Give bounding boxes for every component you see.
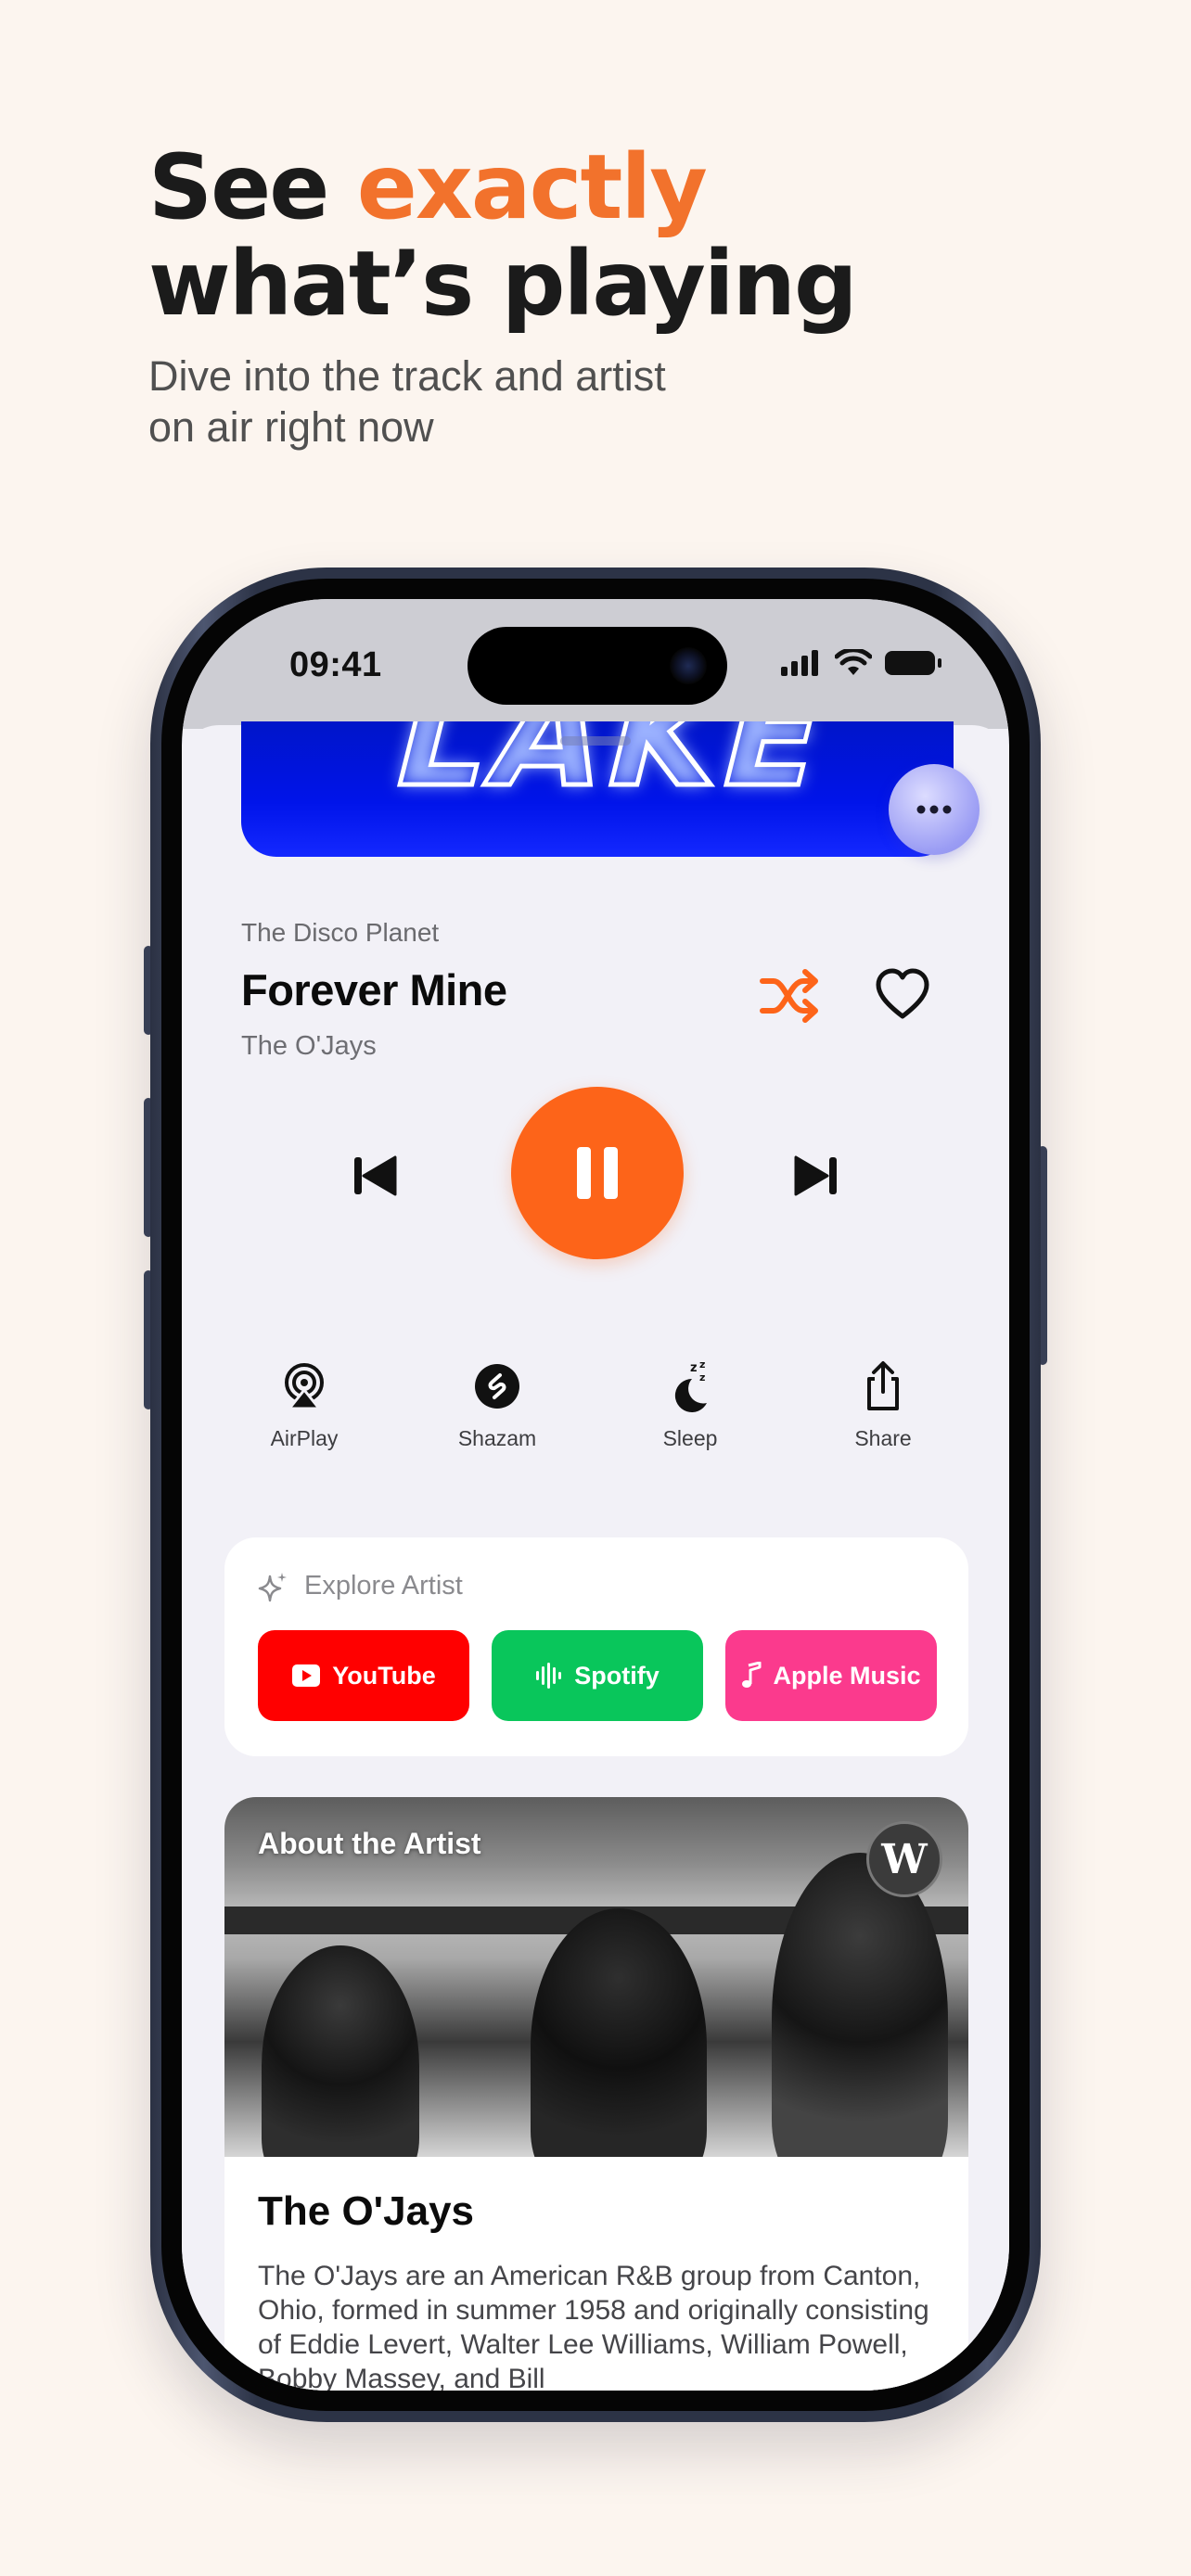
status-time: 09:41 (289, 645, 382, 684)
headline: See exactly what’s playing (148, 139, 858, 332)
svg-text:z: z (699, 1358, 705, 1371)
photo-person-center (531, 1908, 707, 2157)
svg-text:z: z (690, 1361, 698, 1375)
track-title: Forever Mine (241, 965, 507, 1014)
headline-part1: See (148, 135, 357, 239)
youtube-label: YouTube (332, 1661, 436, 1690)
share-label: Share (854, 1426, 912, 1450)
dynamic-island (467, 627, 727, 705)
youtube-button[interactable]: YouTube (258, 1630, 469, 1721)
station-name: The Disco Planet (241, 918, 440, 947)
battery-icon (885, 651, 941, 675)
ellipsis-icon (916, 805, 952, 814)
apple-music-label: Apple Music (773, 1661, 921, 1690)
favorite-heart-icon[interactable] (874, 966, 931, 1024)
artist-photo: About the Artist W (224, 1797, 968, 2157)
actions-row: AirPlay Shazam z z z Sleep Share (182, 1356, 1009, 1467)
phone-screen: 09:41 LAKE The Disco Planet Forever Mine… (182, 599, 1009, 2391)
music-note-icon (742, 1662, 762, 1688)
sheet-grabber[interactable] (560, 736, 631, 746)
track-artist[interactable]: The O'Jays (241, 1031, 377, 1062)
spotify-button[interactable]: Spotify (492, 1630, 703, 1721)
subtitle: Dive into the track and artist on air ri… (148, 351, 666, 453)
sleep-label: Sleep (662, 1426, 718, 1450)
shuffle-icon[interactable] (757, 968, 822, 1024)
status-icons (781, 649, 942, 677)
wikipedia-badge[interactable]: W (866, 1821, 942, 1897)
youtube-icon (292, 1664, 321, 1687)
sleep-button[interactable]: z z z Sleep (607, 1356, 774, 1451)
airplay-label: AirPlay (270, 1426, 339, 1450)
pause-icon (577, 1147, 618, 1199)
about-artist-description: The O'Jays are an American R&B group fro… (258, 2261, 929, 2391)
shazam-label: Shazam (457, 1426, 537, 1450)
svg-text:z: z (699, 1371, 705, 1384)
share-button[interactable]: Share (800, 1356, 967, 1451)
sleep-icon: z z z (674, 1358, 707, 1412)
headline-accent: exactly (356, 135, 708, 239)
pause-button[interactable] (511, 1087, 684, 1259)
photo-person-left (262, 1945, 419, 2157)
about-artist-label: About the Artist (258, 1827, 481, 1860)
explore-artist-title: Explore Artist (304, 1571, 463, 1600)
camera-icon (670, 647, 707, 684)
subtitle-line1: Dive into the track and artist (148, 352, 666, 400)
subtitle-line2: on air right now (148, 403, 434, 451)
status-bar: 09:41 (182, 599, 1009, 729)
spotify-label: Spotify (574, 1661, 660, 1690)
wifi-icon (835, 649, 872, 675)
next-track-icon[interactable] (790, 1150, 842, 1202)
headline-part2: what’s playing (148, 232, 858, 336)
photo-person-right (772, 1853, 948, 2157)
share-icon (867, 1361, 899, 1410)
shazam-icon (475, 1364, 519, 1409)
shazam-button[interactable]: Shazam (414, 1356, 581, 1451)
airplay-icon (285, 1363, 324, 1410)
more-options-button[interactable] (889, 764, 980, 855)
previous-track-icon[interactable] (349, 1150, 401, 1202)
apple-music-button[interactable]: Apple Music (725, 1630, 937, 1721)
waveform-icon (536, 1663, 562, 1689)
signal-icon (781, 650, 818, 676)
about-artist-card[interactable]: About the Artist W The O'Jays The O'Jays… (224, 1797, 968, 2391)
sparkle-icon (258, 1573, 287, 1602)
now-playing-sheet: LAKE The Disco Planet Forever Mine The O… (182, 721, 1009, 2391)
explore-artist-card: Explore Artist YouTube Spotify Apple Mus… (224, 1537, 968, 1756)
about-artist-name: The O'Jays (258, 2188, 475, 2234)
airplay-button[interactable]: AirPlay (221, 1356, 388, 1451)
